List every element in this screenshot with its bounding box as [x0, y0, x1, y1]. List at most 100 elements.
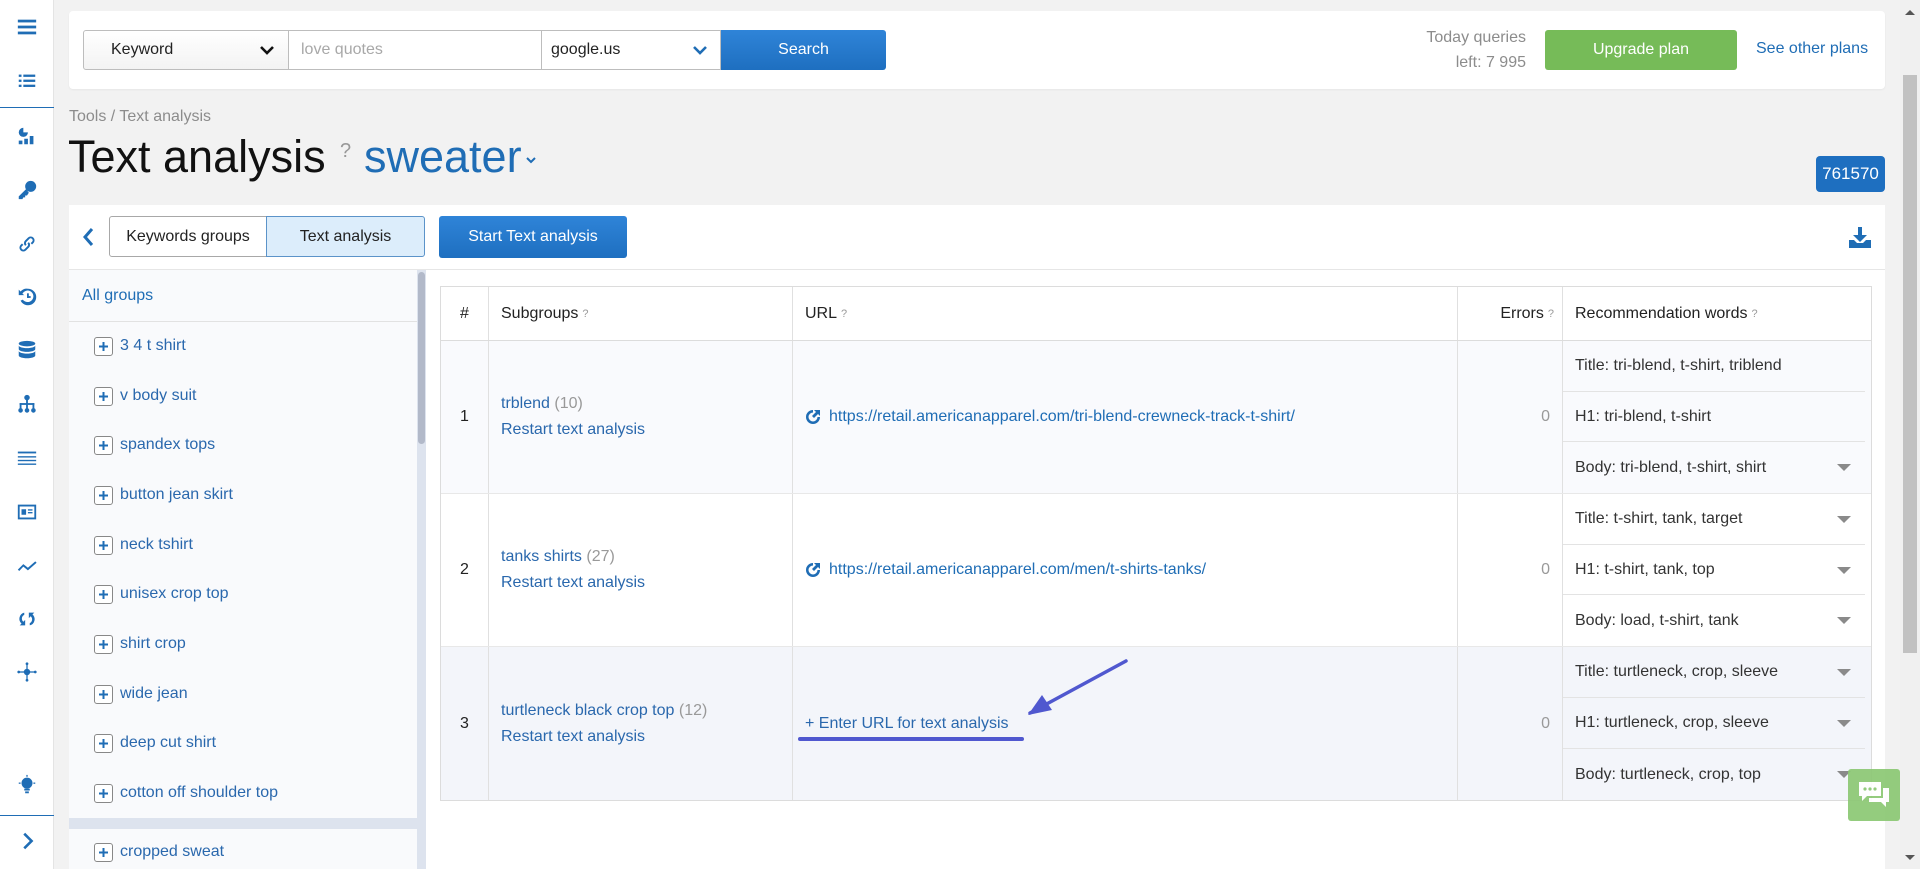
back-button[interactable]: [80, 224, 96, 250]
header-subgroups[interactable]: Subgroups?: [489, 287, 793, 340]
page-scrollbar-thumb[interactable]: [1903, 75, 1917, 653]
dropdown-triangle-icon[interactable]: [1837, 566, 1851, 574]
card-icon[interactable]: [0, 497, 54, 527]
divider: [69, 321, 417, 322]
tab-keywords-groups[interactable]: Keywords groups: [109, 216, 267, 257]
network-icon[interactable]: [0, 657, 54, 687]
search-engine-select[interactable]: google.us: [542, 30, 721, 70]
recommendation-item[interactable]: Title: turtleneck, crop, sleeve: [1563, 647, 1865, 698]
sitemap-icon[interactable]: [0, 389, 54, 419]
search-input[interactable]: [301, 41, 541, 59]
dropdown-triangle-icon[interactable]: [1837, 464, 1851, 472]
text-analysis-table: # Subgroups? URL? Errors? Recommendation…: [440, 286, 1872, 801]
dropdown-triangle-icon[interactable]: [1837, 720, 1851, 727]
restart-analysis-link[interactable]: Restart text analysis: [501, 724, 645, 750]
restart-analysis-link[interactable]: Restart text analysis: [501, 570, 645, 596]
dropdown-triangle-icon[interactable]: [1837, 669, 1851, 676]
expand-plus-icon[interactable]: [94, 386, 113, 406]
errors-count: 0: [1541, 714, 1550, 732]
group-item[interactable]: spandex tops: [94, 434, 215, 456]
download-button[interactable]: [1848, 226, 1872, 250]
group-item[interactable]: unisex crop top: [94, 583, 229, 605]
group-item[interactable]: deep cut shirt: [94, 732, 216, 754]
group-item[interactable]: 3 4 t shirt: [94, 335, 186, 357]
history-icon[interactable]: [0, 282, 54, 312]
start-text-analysis-button[interactable]: Start Text analysis: [439, 216, 627, 258]
page-url-link[interactable]: https://retail.americanapparel.com/tri-b…: [805, 408, 1295, 426]
scroll-up-arrow[interactable]: [1905, 10, 1915, 15]
group-item[interactable]: button jean skirt: [94, 484, 233, 506]
project-selector[interactable]: sweater: [364, 131, 537, 183]
dropdown-triangle-icon[interactable]: [1837, 617, 1851, 625]
group-item[interactable]: wide jean: [94, 683, 188, 705]
see-other-plans-link[interactable]: See other plans: [1756, 40, 1868, 58]
group-item[interactable]: v body suit: [94, 385, 196, 407]
expand-plus-icon[interactable]: [94, 336, 113, 356]
page-title: Text analysis: [68, 131, 326, 182]
list-icon[interactable]: [0, 66, 54, 96]
page-url-link[interactable]: https://retail.americanapparel.com/men/t…: [805, 561, 1206, 579]
restart-analysis-link[interactable]: Restart text analysis: [501, 417, 645, 443]
recommendation-item[interactable]: Body: tri-blend, t-shirt, shirt: [1563, 442, 1865, 493]
recommendation-item[interactable]: Title: t-shirt, tank, target: [1563, 494, 1865, 545]
header-recommendations[interactable]: Recommendation words?: [1563, 287, 1871, 340]
expand-plus-icon[interactable]: [94, 733, 113, 753]
menu-icon[interactable]: [0, 12, 54, 42]
dropdown-triangle-icon[interactable]: [1837, 516, 1851, 523]
expand-plus-icon[interactable]: [94, 634, 113, 654]
expand-plus-icon[interactable]: [94, 783, 113, 803]
group-item[interactable]: cropped sweat: [94, 841, 224, 863]
help-icon[interactable]: ?: [340, 140, 351, 163]
database-icon[interactable]: [0, 335, 54, 365]
header-errors[interactable]: Errors?: [1458, 287, 1563, 340]
search-engine-value: google.us: [551, 41, 621, 58]
tab-text-analysis[interactable]: Text analysis: [266, 216, 425, 257]
help-icon[interactable]: ?: [582, 308, 588, 320]
all-groups-link[interactable]: All groups: [82, 287, 153, 305]
enter-url-link[interactable]: + Enter URL for text analysis: [805, 715, 1009, 733]
breadcrumb: Tools / Text analysis: [69, 108, 211, 125]
help-icon[interactable]: ?: [841, 308, 847, 320]
expand-plus-icon[interactable]: [94, 684, 113, 704]
subgroup-name[interactable]: tanks shirts: [501, 548, 582, 565]
recommendation-item[interactable]: H1: tri-blend, t-shirt: [1563, 392, 1865, 443]
header-url[interactable]: URL?: [793, 287, 1458, 340]
sync-icon[interactable]: [0, 604, 54, 634]
group-item[interactable]: neck tshirt: [94, 534, 193, 556]
groups-scrollbar-thumb[interactable]: [418, 272, 425, 444]
lightbulb-icon[interactable]: [0, 770, 54, 800]
recommendation-item[interactable]: H1: turtleneck, crop, sleeve: [1563, 698, 1865, 749]
chat-button[interactable]: [1848, 769, 1900, 821]
key-icon[interactable]: [0, 175, 54, 205]
search-type-select[interactable]: Keyword: [83, 30, 289, 70]
table-icon[interactable]: [0, 443, 54, 473]
dashboard-icon[interactable]: [0, 121, 54, 151]
subgroup-name[interactable]: trblend: [501, 395, 550, 412]
url-cell: + Enter URL for text analysis: [793, 647, 1458, 800]
expand-plus-icon[interactable]: [94, 842, 113, 862]
recommendation-text: Body: turtleneck, crop, top: [1575, 765, 1761, 783]
recommendation-text: Title: t-shirt, tank, target: [1575, 509, 1743, 527]
search-button[interactable]: Search: [721, 30, 886, 70]
link-icon[interactable]: [0, 229, 54, 259]
scroll-down-arrow[interactable]: [1905, 855, 1915, 860]
group-label: cropped sweat: [120, 843, 225, 860]
expand-plus-icon[interactable]: [94, 584, 113, 604]
recommendation-item[interactable]: Title: tri-blend, t-shirt, triblend: [1563, 341, 1865, 392]
group-item[interactable]: cotton off shoulder top: [94, 782, 278, 804]
expand-plus-icon[interactable]: [94, 535, 113, 555]
recommendation-item[interactable]: Body: turtleneck, crop, top: [1563, 749, 1865, 800]
queries-left-info: Today queries left: 7 995: [1426, 25, 1526, 75]
expand-icon[interactable]: [0, 826, 54, 856]
group-item[interactable]: shirt crop: [94, 633, 186, 655]
help-icon[interactable]: ?: [1752, 308, 1758, 320]
expand-plus-icon[interactable]: [94, 485, 113, 505]
help-icon[interactable]: ?: [1548, 308, 1554, 320]
recommendation-item[interactable]: Body: load, t-shirt, tank: [1563, 595, 1865, 646]
trend-icon[interactable]: [0, 550, 54, 580]
upgrade-plan-button[interactable]: Upgrade plan: [1545, 30, 1737, 70]
subgroup-name[interactable]: turtleneck black crop top: [501, 702, 674, 719]
recommendation-item[interactable]: H1: t-shirt, tank, top: [1563, 545, 1865, 596]
search-query-field[interactable]: [289, 30, 542, 70]
expand-plus-icon[interactable]: [94, 435, 113, 455]
